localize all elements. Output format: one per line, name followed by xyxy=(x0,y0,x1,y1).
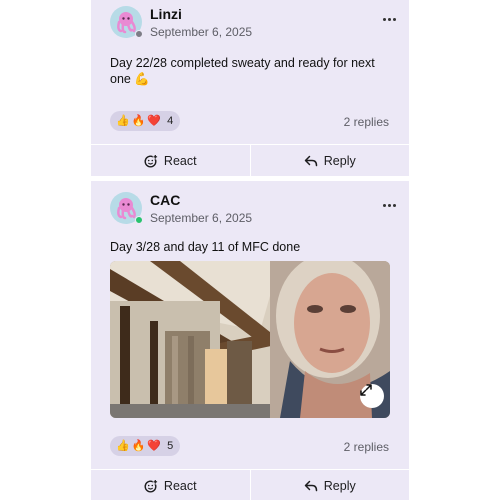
post-card: CAC September 6, 2025 Day 3/28 and day 1… xyxy=(91,181,409,500)
reactions-summary[interactable]: 👍 🔥 ❤️ 4 xyxy=(110,111,181,131)
post-photo[interactable] xyxy=(110,261,390,418)
post-text: Day 3/28 and day 11 of MFC done xyxy=(110,240,301,254)
reaction-count: 5 xyxy=(167,440,174,452)
reply-label: Reply xyxy=(323,478,356,493)
post-author[interactable]: CAC xyxy=(150,192,180,208)
expand-image-button[interactable] xyxy=(360,384,384,408)
post-header: CAC September 6, 2025 xyxy=(110,192,400,226)
expand-icon xyxy=(360,384,372,396)
thumbs-up-emoji: 👍 xyxy=(116,115,130,127)
react-button[interactable]: React xyxy=(91,470,250,500)
post-action-bar: React Reply xyxy=(91,144,409,176)
react-label: React xyxy=(163,153,197,168)
reply-label: Reply xyxy=(323,153,356,168)
fire-emoji: 🔥 xyxy=(131,440,146,452)
status-indicator xyxy=(135,30,143,38)
thumbs-up-emoji: 👍 xyxy=(116,440,130,452)
add-reaction-icon xyxy=(144,478,158,493)
post-header: Linzi September 6, 2025 xyxy=(110,6,400,40)
heart-emoji: ❤️ xyxy=(147,115,162,127)
reply-button[interactable]: Reply xyxy=(249,145,410,176)
selfie-photo xyxy=(110,261,390,418)
replies-link[interactable]: 2 replies xyxy=(344,115,389,129)
online-status-indicator xyxy=(135,216,143,224)
reply-button[interactable]: Reply xyxy=(249,470,410,500)
feed: Linzi September 6, 2025 Day 22/28 comple… xyxy=(91,0,409,500)
post-author[interactable]: Linzi xyxy=(150,6,182,22)
post-date: September 6, 2025 xyxy=(150,211,253,225)
replies-link[interactable]: 2 replies xyxy=(344,440,389,454)
more-options-button[interactable] xyxy=(381,194,396,210)
reply-arrow-icon xyxy=(304,155,318,166)
add-reaction-icon xyxy=(144,153,158,168)
post-text: Day 22/28 completed sweaty and ready for… xyxy=(110,56,375,86)
react-button[interactable]: React xyxy=(91,145,250,176)
reaction-count: 4 xyxy=(167,115,174,127)
heart-emoji: ❤️ xyxy=(147,440,162,452)
more-options-button[interactable] xyxy=(381,8,396,24)
post-action-bar: React Reply xyxy=(91,469,409,500)
reactions-summary[interactable]: 👍 🔥 ❤️ 5 xyxy=(110,436,181,456)
reply-arrow-icon xyxy=(304,480,318,491)
more-horizontal-icon xyxy=(383,18,386,21)
more-horizontal-icon xyxy=(383,204,386,207)
post-card: Linzi September 6, 2025 Day 22/28 comple… xyxy=(91,0,409,176)
post-date: September 6, 2025 xyxy=(150,25,253,39)
react-label: React xyxy=(163,478,197,493)
fire-emoji: 🔥 xyxy=(131,115,146,127)
